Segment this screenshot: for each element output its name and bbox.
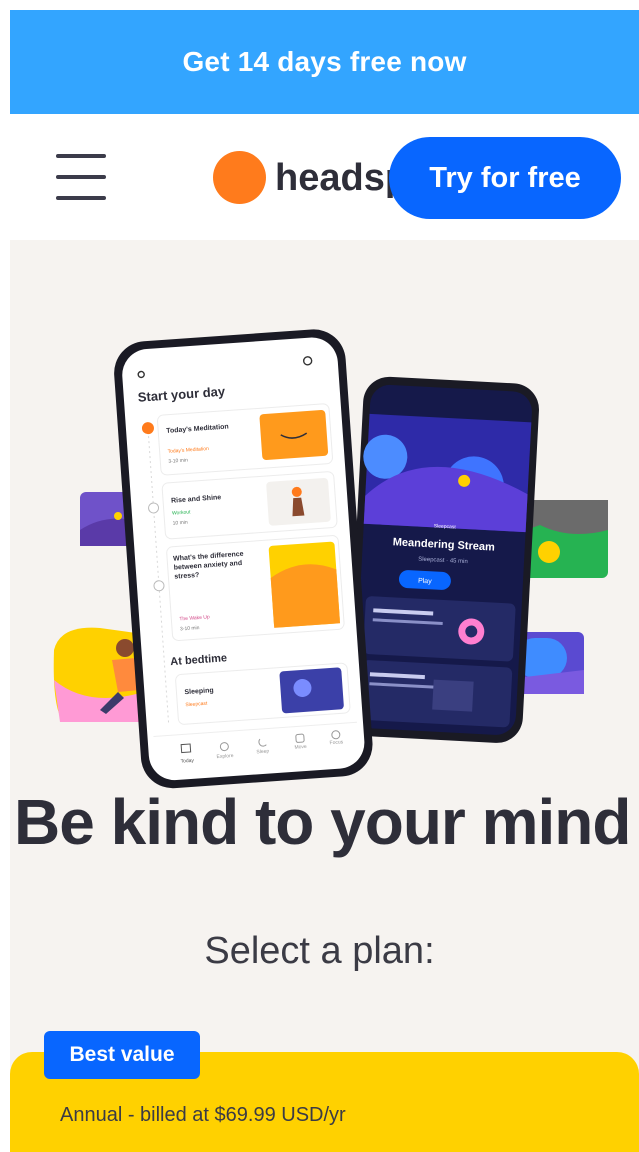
hero-illustration: Sleepcast Meandering Stream Sleepcast · … — [53, 329, 608, 789]
svg-text:Play: Play — [418, 578, 432, 586]
svg-text:10 min: 10 min — [172, 520, 188, 527]
headspace-logo-icon[interactable] — [213, 151, 266, 204]
select-plan-heading: Select a plan: — [204, 930, 435, 972]
phone-left: Start your day Today's Meditation Today'… — [114, 329, 373, 789]
svg-text:Explore: Explore — [216, 753, 234, 760]
svg-text:Sleep: Sleep — [256, 748, 269, 755]
svg-text:Move: Move — [294, 744, 307, 751]
annual-plan-price: Annual - billed at $69.99 USD/yr — [60, 1104, 346, 1126]
svg-text:Focus: Focus — [329, 739, 343, 746]
phone-right: Sleepcast Meandering Stream Sleepcast · … — [347, 376, 539, 743]
sleepcast-chip: Sleepcast — [434, 523, 457, 530]
hero-headline: Be kind to your mind — [14, 786, 631, 858]
try-for-free-button[interactable]: Try for free — [389, 137, 621, 219]
svg-text:Today: Today — [180, 758, 194, 765]
promo-banner[interactable]: Get 14 days free now — [10, 10, 639, 114]
menu-icon[interactable] — [56, 154, 106, 200]
best-value-badge: Best value — [44, 1031, 200, 1079]
